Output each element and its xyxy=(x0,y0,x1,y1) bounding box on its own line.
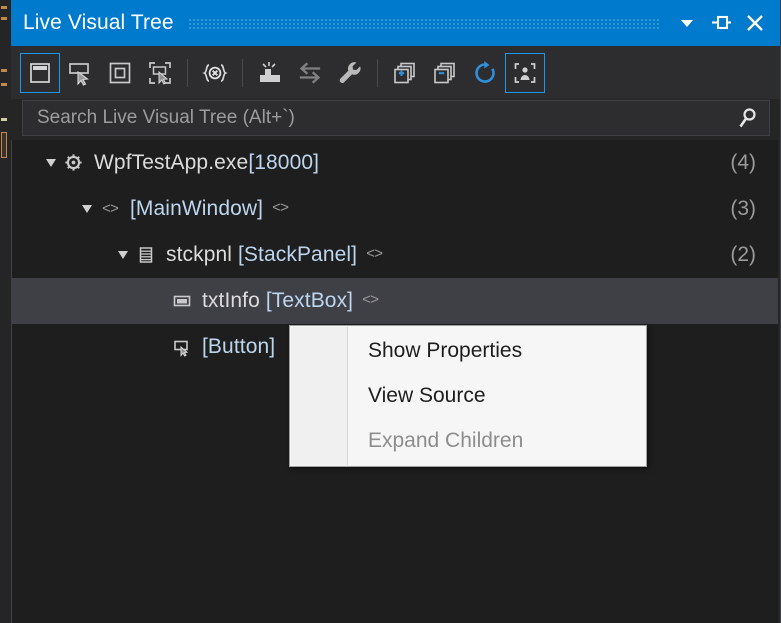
tree-node-name: txtInfo xyxy=(202,289,266,312)
live-visual-tree-window: Live Visual Tree Search Live Visual Tree… xyxy=(0,0,781,623)
swap-arrows-icon-button[interactable] xyxy=(290,53,330,93)
menu-expand-children: Expand Children xyxy=(368,428,524,452)
tree-node-label: txtInfo [TextBox] xyxy=(202,289,353,313)
xaml-element-icon: <> xyxy=(101,200,119,218)
page-title: Live Visual Tree xyxy=(23,11,174,34)
title-bar: Live Visual Tree xyxy=(11,0,780,46)
search-icon[interactable] xyxy=(735,105,761,131)
tree-node-child-count: (2) xyxy=(730,243,756,266)
collapse-all-icon-button[interactable] xyxy=(425,53,465,93)
tree-node-label: stckpnl [StackPanel] xyxy=(166,243,357,267)
tree-node-child-count: (4) xyxy=(730,151,756,174)
xaml-braces-icon-button[interactable] xyxy=(195,53,235,93)
tree-row-selected[interactable]: txtInfo [TextBox] <> xyxy=(12,278,778,324)
refresh-icon-button[interactable] xyxy=(465,53,505,93)
button-icon xyxy=(170,336,194,358)
xaml-source-badge-icon[interactable]: <> xyxy=(366,246,383,263)
tree-node-type: [TextBox] xyxy=(265,289,354,312)
expander-collapse-icon[interactable] xyxy=(112,244,134,266)
context-menu: Show Properties View Source Expand Child… xyxy=(289,325,647,467)
search-row xyxy=(11,99,780,140)
expander-collapse-icon[interactable] xyxy=(40,152,62,174)
tree-row[interactable]: stckpnl [StackPanel] <> (2) xyxy=(12,232,778,278)
editor-annotation-strip xyxy=(0,0,11,623)
close-icon[interactable] xyxy=(738,6,772,40)
wrench-icon-button[interactable] xyxy=(330,53,370,93)
expand-all-icon-button[interactable] xyxy=(385,53,425,93)
process-gear-icon xyxy=(62,152,86,174)
tree-row[interactable]: WpfTestApp.exe[18000] (4) xyxy=(12,140,778,186)
titlebar-drag-dots[interactable] xyxy=(187,18,660,30)
toolbar-separator xyxy=(377,58,378,87)
track-focus-icon-button[interactable] xyxy=(250,53,290,93)
tree-node-name: WpfTestApp.exe xyxy=(94,151,249,174)
tree-node-type: [StackPanel] xyxy=(238,243,358,266)
toolbar-separator xyxy=(242,58,243,87)
tree-node-label: [MainWindow] xyxy=(130,197,263,221)
toolbar-separator xyxy=(187,58,188,87)
tree-node-type: [MainWindow] xyxy=(130,197,264,220)
preview-selection-icon-button[interactable] xyxy=(100,53,140,93)
tree-node-label: WpfTestApp.exe[18000] xyxy=(94,151,319,175)
search-input[interactable] xyxy=(35,106,735,130)
annotation-tick xyxy=(1,6,7,9)
layout-adorner-icon-button[interactable] xyxy=(60,53,100,93)
stackpanel-icon xyxy=(134,244,158,266)
tree-row[interactable]: <> [MainWindow] <> (3) xyxy=(12,186,778,232)
xaml-source-badge-icon[interactable]: <> xyxy=(362,292,379,309)
tree-node-type: [Button] xyxy=(202,335,276,358)
annotation-tick xyxy=(1,118,7,121)
element-pointer-icon-button[interactable] xyxy=(140,53,180,93)
tree-node-label: [Button] xyxy=(202,335,275,359)
toolbar xyxy=(11,46,780,99)
chevron-down-icon[interactable] xyxy=(670,6,704,40)
search-box[interactable] xyxy=(22,100,770,136)
tree-node-name: stckpnl xyxy=(166,243,238,266)
expander-collapse-icon[interactable] xyxy=(76,198,98,220)
menu-show-properties[interactable]: Show Properties xyxy=(290,328,646,373)
menu-view-source[interactable]: View Source xyxy=(290,373,646,418)
textbox-icon xyxy=(170,290,194,312)
xaml-source-badge-icon[interactable]: <> xyxy=(272,200,289,217)
just-my-xaml-icon-button[interactable] xyxy=(505,52,545,93)
annotation-tick xyxy=(1,83,7,86)
pin-icon[interactable] xyxy=(704,6,738,40)
annotation-marker xyxy=(1,132,7,158)
annotation-tick xyxy=(1,69,7,72)
tree-node-child-count: (3) xyxy=(730,197,756,220)
enable-selection-in-running-application-button[interactable] xyxy=(20,52,60,93)
tree-node-type: [18000] xyxy=(248,151,320,174)
annotation-tick xyxy=(1,17,7,20)
